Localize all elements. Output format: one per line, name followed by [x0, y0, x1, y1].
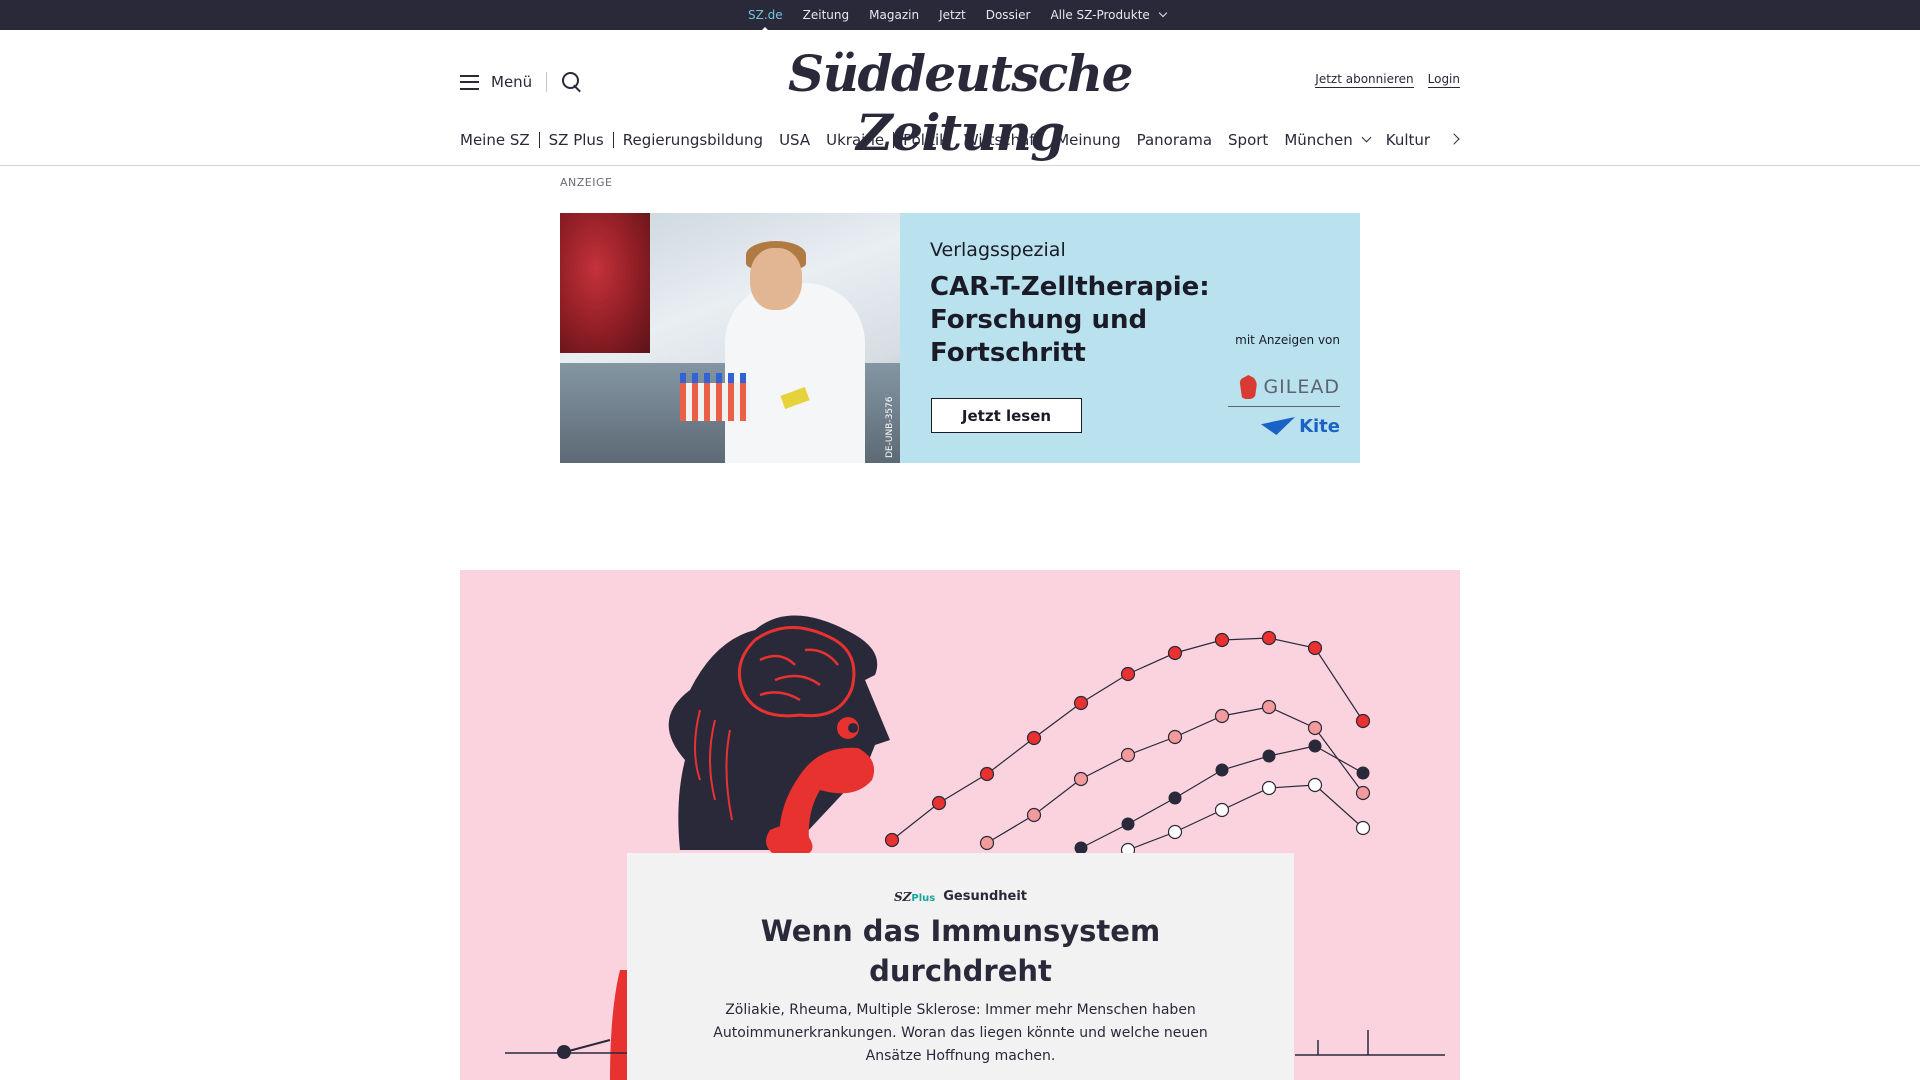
header-account-links: Jetzt abonnieren Login [1315, 72, 1460, 88]
ad-kicker: Verlagsspezial [930, 239, 1066, 261]
search-icon[interactable] [561, 71, 583, 93]
teaser-section: Gesundheit [943, 889, 1028, 904]
product-link-szde[interactable]: SZ.de [748, 8, 783, 32]
sz-plus-logo-plus: Plus [911, 892, 936, 904]
gilead-wordmark: GILEAD [1263, 376, 1340, 398]
hamburger-menu-icon[interactable] [460, 74, 479, 90]
nav-divider [612, 132, 614, 148]
ad-banner[interactable]: DE-UNB-3576 Verlagsspezial CAR-T-Zellthe… [560, 213, 1360, 463]
ad-lab-photo: DE-UNB-3576 [560, 213, 900, 463]
product-bar: SZ.de Zeitung Magazin Jetzt Dossier Alle… [0, 0, 1920, 32]
nav-item-panorama[interactable]: Panorama [1137, 131, 1212, 149]
category-nav: Meine SZ SZ Plus Regierungsbildung USA U… [460, 129, 1460, 151]
gilead-mark-icon [1239, 375, 1258, 399]
chevron-down-icon [1361, 132, 1372, 143]
nav-item-politik[interactable]: Politik [903, 131, 948, 149]
sz-plus-logo-sz: SZ [893, 889, 912, 904]
ad-label: ANZEIGE [560, 176, 613, 189]
sponsor-divider [1228, 406, 1340, 407]
nav-item-sz-plus[interactable]: SZ Plus [549, 131, 604, 149]
nav-item-kultur[interactable]: Kultur [1386, 131, 1430, 149]
product-links: SZ.de Zeitung Magazin Jetzt Dossier Alle… [748, 0, 1168, 32]
teaser-card[interactable]: SZPlus Gesundheit Wenn das Immunsystem d… [627, 853, 1294, 1080]
chevron-down-icon [1158, 8, 1168, 18]
nav-item-wirtschaft[interactable]: Wirtschaft [964, 131, 1040, 149]
kite-logo: Kite [1240, 412, 1340, 440]
login-link[interactable]: Login [1427, 72, 1460, 88]
ad-image-code: DE-UNB-3576 [885, 396, 895, 458]
sz-plus-logo: SZPlus [894, 890, 935, 904]
kite-mark-icon [1261, 417, 1296, 435]
header-left: Menü [460, 70, 583, 94]
kite-wordmark: Kite [1299, 415, 1340, 437]
nav-item-ukraine[interactable]: Ukraine [826, 131, 884, 149]
ad-read-button[interactable]: Jetzt lesen [931, 398, 1082, 433]
teaser-description: Zöliakie, Rheuma, Multiple Sklerose: Imm… [713, 1002, 1208, 1064]
menu-button[interactable]: Menü [491, 73, 532, 91]
gilead-logo: GILEAD [1228, 373, 1340, 401]
nav-item-meinung[interactable]: Meinung [1056, 131, 1120, 149]
teaser-meta: SZPlus Gesundheit [627, 889, 1294, 904]
product-link-zeitung[interactable]: Zeitung [803, 8, 849, 22]
nav-divider [538, 132, 540, 148]
product-link-jetzt[interactable]: Jetzt [939, 8, 966, 22]
all-products-label: Alle SZ-Produkte [1050, 8, 1150, 22]
chevron-right-icon[interactable] [1450, 134, 1460, 144]
nav-divider-line [0, 165, 1920, 166]
nav-item-meine-sz[interactable]: Meine SZ [460, 131, 530, 149]
all-products-dropdown[interactable]: Alle SZ-Produkte [1050, 8, 1168, 22]
article-teaser[interactable]: SZPlus Gesundheit Wenn das Immunsystem d… [460, 570, 1460, 1080]
subscribe-link[interactable]: Jetzt abonnieren [1315, 72, 1414, 88]
header-divider [546, 72, 548, 92]
nav-item-sport[interactable]: Sport [1228, 131, 1268, 149]
ad-sponsor-label: mit Anzeigen von [1235, 333, 1340, 347]
nav-divider [893, 132, 895, 148]
nav-item-muenchen[interactable]: München [1284, 131, 1372, 149]
nav-item-muenchen-label: München [1284, 131, 1353, 149]
product-link-dossier[interactable]: Dossier [986, 8, 1031, 22]
product-link-magazin[interactable]: Magazin [869, 8, 919, 22]
nav-item-regierungsbildung[interactable]: Regierungsbildung [623, 131, 763, 149]
ad-text: Verlagsspezial CAR-T-Zelltherapie: Forsc… [930, 239, 1230, 370]
nav-item-usa[interactable]: USA [779, 131, 810, 149]
ad-title: CAR-T-Zelltherapie: Forschung und Fortsc… [930, 272, 1210, 368]
teaser-title[interactable]: Wenn das Immunsystem durchdreht [717, 911, 1204, 991]
